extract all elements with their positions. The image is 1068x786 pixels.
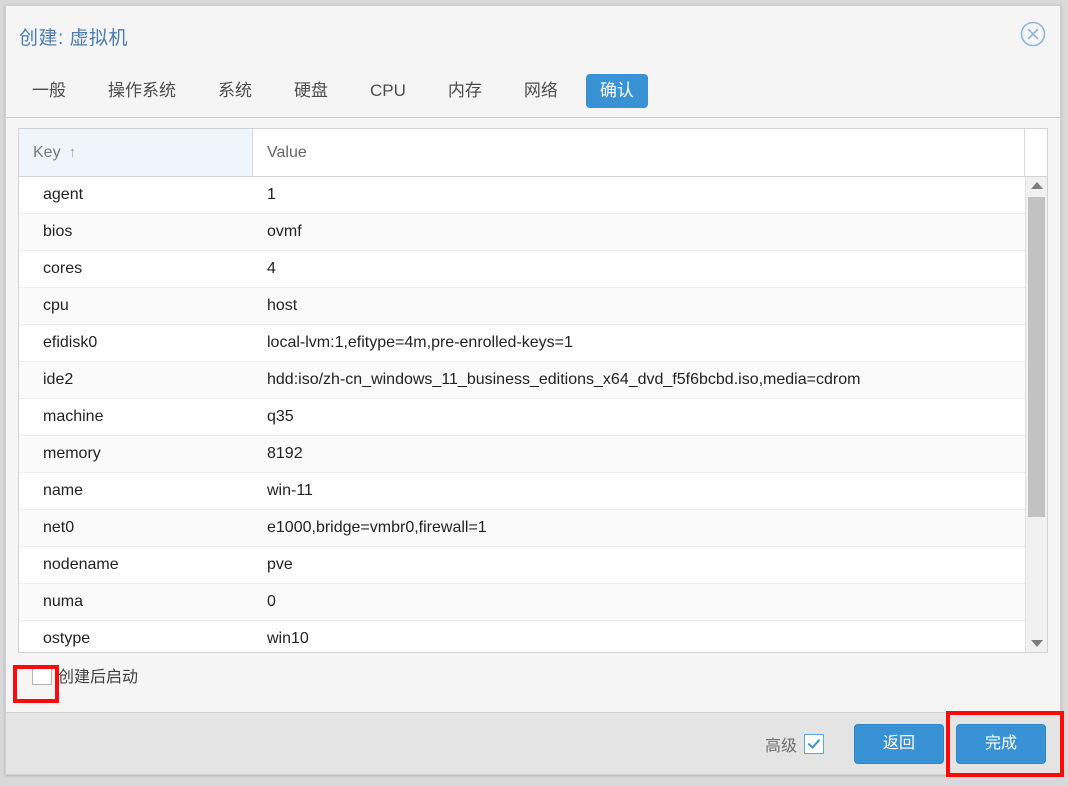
tab-bar: 一般 操作系统 系统 硬盘 CPU 内存 网络 确认 xyxy=(6,64,1060,118)
advanced-checkbox[interactable] xyxy=(804,733,824,754)
table-row[interactable]: machine q35 xyxy=(19,399,1047,436)
column-header-spacer xyxy=(1025,129,1047,176)
row-value: q35 xyxy=(267,408,294,425)
tab-network[interactable]: 网络 xyxy=(510,74,572,108)
close-icon[interactable] xyxy=(1018,19,1048,49)
dialog-footer: 高级 返回 完成 xyxy=(6,712,1060,774)
row-key: name xyxy=(43,482,84,499)
page-title: 创建: 虚拟机 xyxy=(19,28,129,49)
table-row[interactable]: agent 1 xyxy=(19,177,1047,214)
back-button[interactable]: 返回 xyxy=(854,723,944,764)
table-row[interactable]: net0 e1000,bridge=vmbr0,firewall=1 xyxy=(19,510,1047,547)
row-key: machine xyxy=(43,408,104,425)
row-key: bios xyxy=(43,223,73,240)
row-value: win-11 xyxy=(267,482,313,499)
row-value: local-lvm:1,efitype=4m,pre-enrolled-keys… xyxy=(267,334,573,351)
row-value: 0 xyxy=(267,593,276,610)
table-row[interactable]: ostype win10 xyxy=(19,621,1047,652)
row-key: efidisk0 xyxy=(43,334,98,351)
grid-vertical-scrollbar[interactable] xyxy=(1025,177,1047,652)
dialog-body: Key ↑ Value agent 1 bios ovmf cores 4 cp… xyxy=(6,118,1060,712)
row-key: ide2 xyxy=(43,371,74,388)
finish-button[interactable]: 完成 xyxy=(956,723,1046,764)
scroll-down-icon[interactable] xyxy=(1026,635,1047,652)
row-key: cpu xyxy=(43,297,69,314)
table-row[interactable]: nodename pve xyxy=(19,547,1047,584)
row-value: ovmf xyxy=(267,223,302,240)
dialog-header: 创建: 虚拟机 xyxy=(6,6,1060,64)
row-key: numa xyxy=(43,593,84,610)
sort-ascending-icon: ↑ xyxy=(68,144,77,161)
row-key: memory xyxy=(43,445,101,462)
start-after-create-row: 创建后启动 xyxy=(18,653,1048,697)
tab-confirm[interactable]: 确认 xyxy=(585,73,648,108)
tab-memory[interactable]: 内存 xyxy=(434,74,496,108)
scrollbar-thumb[interactable] xyxy=(1028,197,1045,517)
row-value: host xyxy=(267,297,298,314)
create-vm-dialog: 创建: 虚拟机 一般 操作系统 系统 硬盘 CPU 内存 网络 确认 Key ↑ xyxy=(5,5,1061,775)
row-key: ostype xyxy=(43,630,91,647)
tab-system[interactable]: 系统 xyxy=(204,74,266,108)
column-header-value-label: Value xyxy=(267,143,307,161)
row-value: e1000,bridge=vmbr0,firewall=1 xyxy=(267,519,487,536)
row-value: 8192 xyxy=(267,445,303,462)
scroll-up-icon[interactable] xyxy=(1026,177,1047,194)
advanced-label: 高级 xyxy=(764,737,797,755)
column-header-key-label: Key xyxy=(33,143,61,161)
table-row[interactable]: numa 0 xyxy=(19,584,1047,621)
row-value: 4 xyxy=(267,260,276,277)
row-key: cores xyxy=(43,260,83,277)
table-row[interactable]: memory 8192 xyxy=(19,436,1047,473)
tab-disks[interactable]: 硬盘 xyxy=(280,74,342,108)
tab-os[interactable]: 操作系统 xyxy=(94,74,190,108)
grid-header-row: Key ↑ Value xyxy=(19,129,1047,177)
table-row[interactable]: name win-11 xyxy=(19,473,1047,510)
row-key: nodename xyxy=(43,556,119,573)
row-key: net0 xyxy=(43,519,75,536)
table-row[interactable]: bios ovmf xyxy=(19,214,1047,251)
start-after-create-checkbox[interactable] xyxy=(32,665,52,685)
row-value: hdd:iso/zh-cn_windows_11_business_editio… xyxy=(267,371,861,388)
table-row[interactable]: ide2 hdd:iso/zh-cn_windows_11_business_e… xyxy=(19,362,1047,399)
row-value: pve xyxy=(267,556,293,573)
row-value: 1 xyxy=(267,186,276,203)
tab-general[interactable]: 一般 xyxy=(18,74,80,108)
summary-grid: Key ↑ Value agent 1 bios ovmf cores 4 cp… xyxy=(18,128,1048,653)
column-header-value[interactable]: Value xyxy=(253,129,1025,176)
start-after-create-label: 创建后启动 xyxy=(58,669,139,686)
table-row[interactable]: cores 4 xyxy=(19,251,1047,288)
table-row[interactable]: cpu host xyxy=(19,288,1047,325)
tab-cpu[interactable]: CPU xyxy=(356,74,420,108)
row-key: agent xyxy=(43,186,84,203)
table-row[interactable]: efidisk0 local-lvm:1,efitype=4m,pre-enro… xyxy=(19,325,1047,362)
row-value: win10 xyxy=(267,630,309,647)
column-header-key[interactable]: Key ↑ xyxy=(19,129,253,176)
grid-rows: agent 1 bios ovmf cores 4 cpu host efidi… xyxy=(19,177,1047,652)
